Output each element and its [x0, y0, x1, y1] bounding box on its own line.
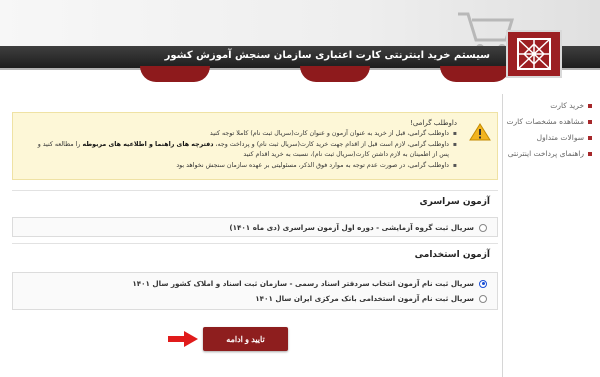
sidebar-item-buy-card[interactable]: خرید کارت [502, 98, 600, 114]
ornament-decoration [300, 66, 370, 82]
section-title-national: آزمون سراسری [419, 197, 490, 207]
notice-text: داوطلب گرامی، در صورت عدم توجه به موارد … [176, 161, 449, 169]
radio-label: سریال ثبت نام آزمون انتخاب سردفتر اسناد … [132, 279, 474, 288]
logo-emblem [506, 30, 562, 78]
notice-item: داوطلب گرامی، در صورت عدم توجه به موارد … [37, 161, 457, 172]
sidebar-item-label: خرید کارت [550, 101, 584, 110]
ornament-decoration [140, 66, 210, 82]
notice-item: داوطلب گرامی، قبل از خرید به عنوان آزمون… [37, 129, 457, 140]
radio-option-national-1[interactable]: سریال ثبت گروه آزمایشی - دوره اول آزمون … [13, 220, 497, 235]
ornament-decoration [440, 66, 510, 82]
bullet-icon [588, 119, 592, 124]
radio-option-employment-2[interactable]: سریال ثبت نام آزمون استخدامی بانک مرکزی … [13, 291, 497, 306]
radio-label: سریال ثبت گروه آزمایشی - دوره اول آزمون … [229, 223, 474, 232]
notice-heading: داوطلب گرامی! [410, 119, 457, 127]
radio-button[interactable] [479, 279, 487, 288]
section-divider [12, 190, 498, 191]
notice-item: داوطلب گرامی، لازم است قبل از اقدام جهت … [37, 140, 457, 161]
sidebar-item-label: سوالات متداول [536, 133, 584, 142]
radio-button[interactable] [479, 223, 487, 232]
site-header: سیستم خرید اینترنتی کارت اعتباری سازمان … [0, 0, 600, 88]
radio-label: سریال ثبت نام آزمون استخدامی بانک مرکزی … [255, 294, 474, 303]
logo-icon [517, 38, 551, 70]
radio-button[interactable] [479, 294, 487, 303]
page-title: سیستم خرید اینترنتی کارت اعتباری سازمان … [164, 50, 490, 61]
section-divider [12, 243, 498, 244]
notice-list: داوطلب گرامی، قبل از خرید به عنوان آزمون… [37, 129, 457, 171]
warning-icon [469, 123, 491, 141]
section-employment-options: سریال ثبت نام آزمون انتخاب سردفتر اسناد … [12, 272, 498, 310]
bullet-icon [588, 103, 592, 108]
bullet-icon [588, 151, 592, 156]
red-arrow-icon [168, 331, 198, 347]
sidebar-item-view-card[interactable]: مشاهده مشخصات کارت [502, 114, 600, 130]
sidebar-item-faq[interactable]: سوالات متداول [502, 130, 600, 146]
sidebar: خرید کارت مشاهده مشخصات کارت سوالات متدا… [502, 98, 600, 162]
notice-emphasis: دفترچه های راهنما و اطلاعیه های مربوطه [82, 140, 214, 148]
notice-box: داوطلب گرامی! داوطلب گرامی، قبل از خرید … [12, 112, 498, 180]
sidebar-item-payment-guide[interactable]: راهنمای پرداخت اینترنتی [502, 146, 600, 162]
radio-option-employment-1[interactable]: سریال ثبت نام آزمون انتخاب سردفتر اسناد … [13, 276, 497, 291]
sidebar-item-label: راهنمای پرداخت اینترنتی [507, 149, 584, 158]
sidebar-item-label: مشاهده مشخصات کارت [506, 117, 584, 126]
section-title-employment: آزمون استخدامی [414, 250, 490, 260]
section-national-options: سریال ثبت گروه آزمایشی - دوره اول آزمون … [12, 217, 498, 237]
confirm-continue-button[interactable]: تایید و ادامه [203, 327, 288, 351]
notice-text: داوطلب گرامی، قبل از خرید به عنوان آزمون… [209, 130, 449, 137]
bullet-icon [588, 135, 592, 140]
notice-text: داوطلب گرامی، لازم است قبل از اقدام جهت … [213, 140, 449, 148]
